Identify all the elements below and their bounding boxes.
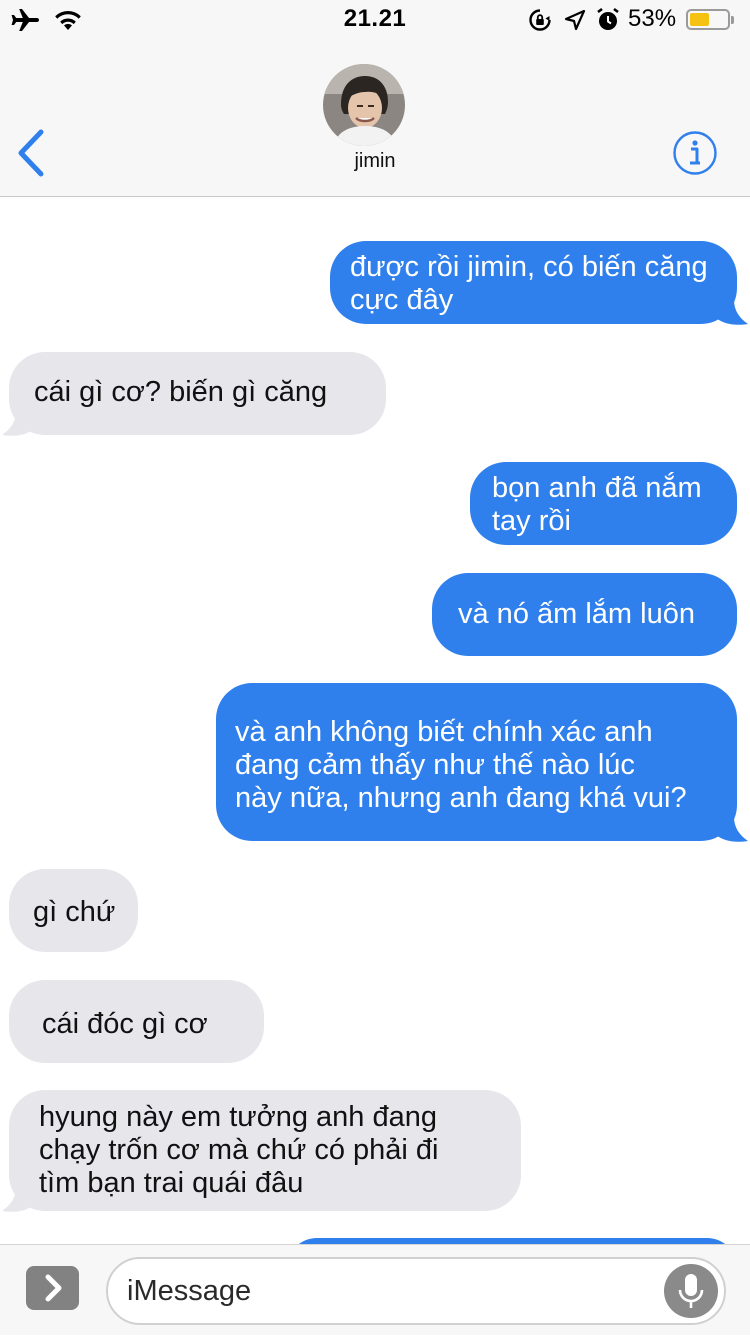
message-line: chạy trốn cơ mà chứ có phải đi [39,1134,439,1166]
message-line: đang cảm thấy như thế nào lúc [235,749,635,781]
bubble-tail [716,300,748,325]
avatar-photo [323,64,405,146]
message-line: tay rồi [492,505,571,537]
bubble-tail [2,1187,34,1212]
message-bubble[interactable]: hyung này em tưởng anh đang chạy trốn cơ… [9,1090,521,1211]
message-bubble[interactable]: và anh không biết chính xác anh đang cảm… [216,683,737,841]
microphone-button[interactable] [664,1264,718,1318]
info-button[interactable] [672,130,718,176]
message-line: và nó ấm lắm luôn [458,598,695,630]
message-line: và anh không biết chính xác anh [235,716,653,748]
message-line: được rồi jimin, có biến căng [350,251,708,283]
message-line: cái gì cơ? biến gì căng [34,376,328,408]
conversation-header: jimin [0,40,750,197]
apps-button[interactable] [26,1266,79,1310]
chevron-right-icon [45,1274,62,1302]
status-bar: 21.21 53% [0,0,750,40]
message-bubble[interactable]: gì chứ [9,869,138,952]
message-line: hyung này em tưởng anh đang [39,1101,437,1133]
message-line: này nữa, nhưng anh đang khá vui? [235,782,687,814]
alarm-icon [597,7,619,30]
message-bubble[interactable]: cái đóc gì cơ [9,980,264,1063]
message-line: bọn anh đã nắm [492,472,702,504]
microphone-icon [678,1274,704,1308]
orientation-lock-icon [529,9,551,31]
battery-level [690,13,709,26]
bubble-tail [2,411,34,436]
info-icon [673,131,717,175]
message-bubble[interactable]: bọn anh đã nắm tay rồi [470,462,737,545]
bubble-tail [716,817,748,842]
battery-percent: 53% [628,5,677,32]
avatar[interactable] [323,64,405,146]
location-icon [564,9,586,31]
message-input-placeholder: iMessage [127,1275,252,1307]
battery-icon [686,9,734,30]
contact-name[interactable]: jimin [0,150,750,173]
compose-bar: iMessage [0,1244,750,1335]
message-bubble[interactable]: cái gì cơ? biến gì căng [9,352,386,435]
message-line: gì chứ [33,896,116,928]
message-bubble[interactable]: được rồi jimin, có biến căng cực đây [330,241,737,324]
message-line: cực đây [350,284,454,316]
message-input[interactable]: iMessage [106,1257,726,1325]
message-bubble[interactable]: và nó ấm lắm luôn [432,573,737,656]
message-line: tìm bạn trai quái đâu [39,1167,304,1199]
message-line: cái đóc gì cơ [42,1008,208,1040]
